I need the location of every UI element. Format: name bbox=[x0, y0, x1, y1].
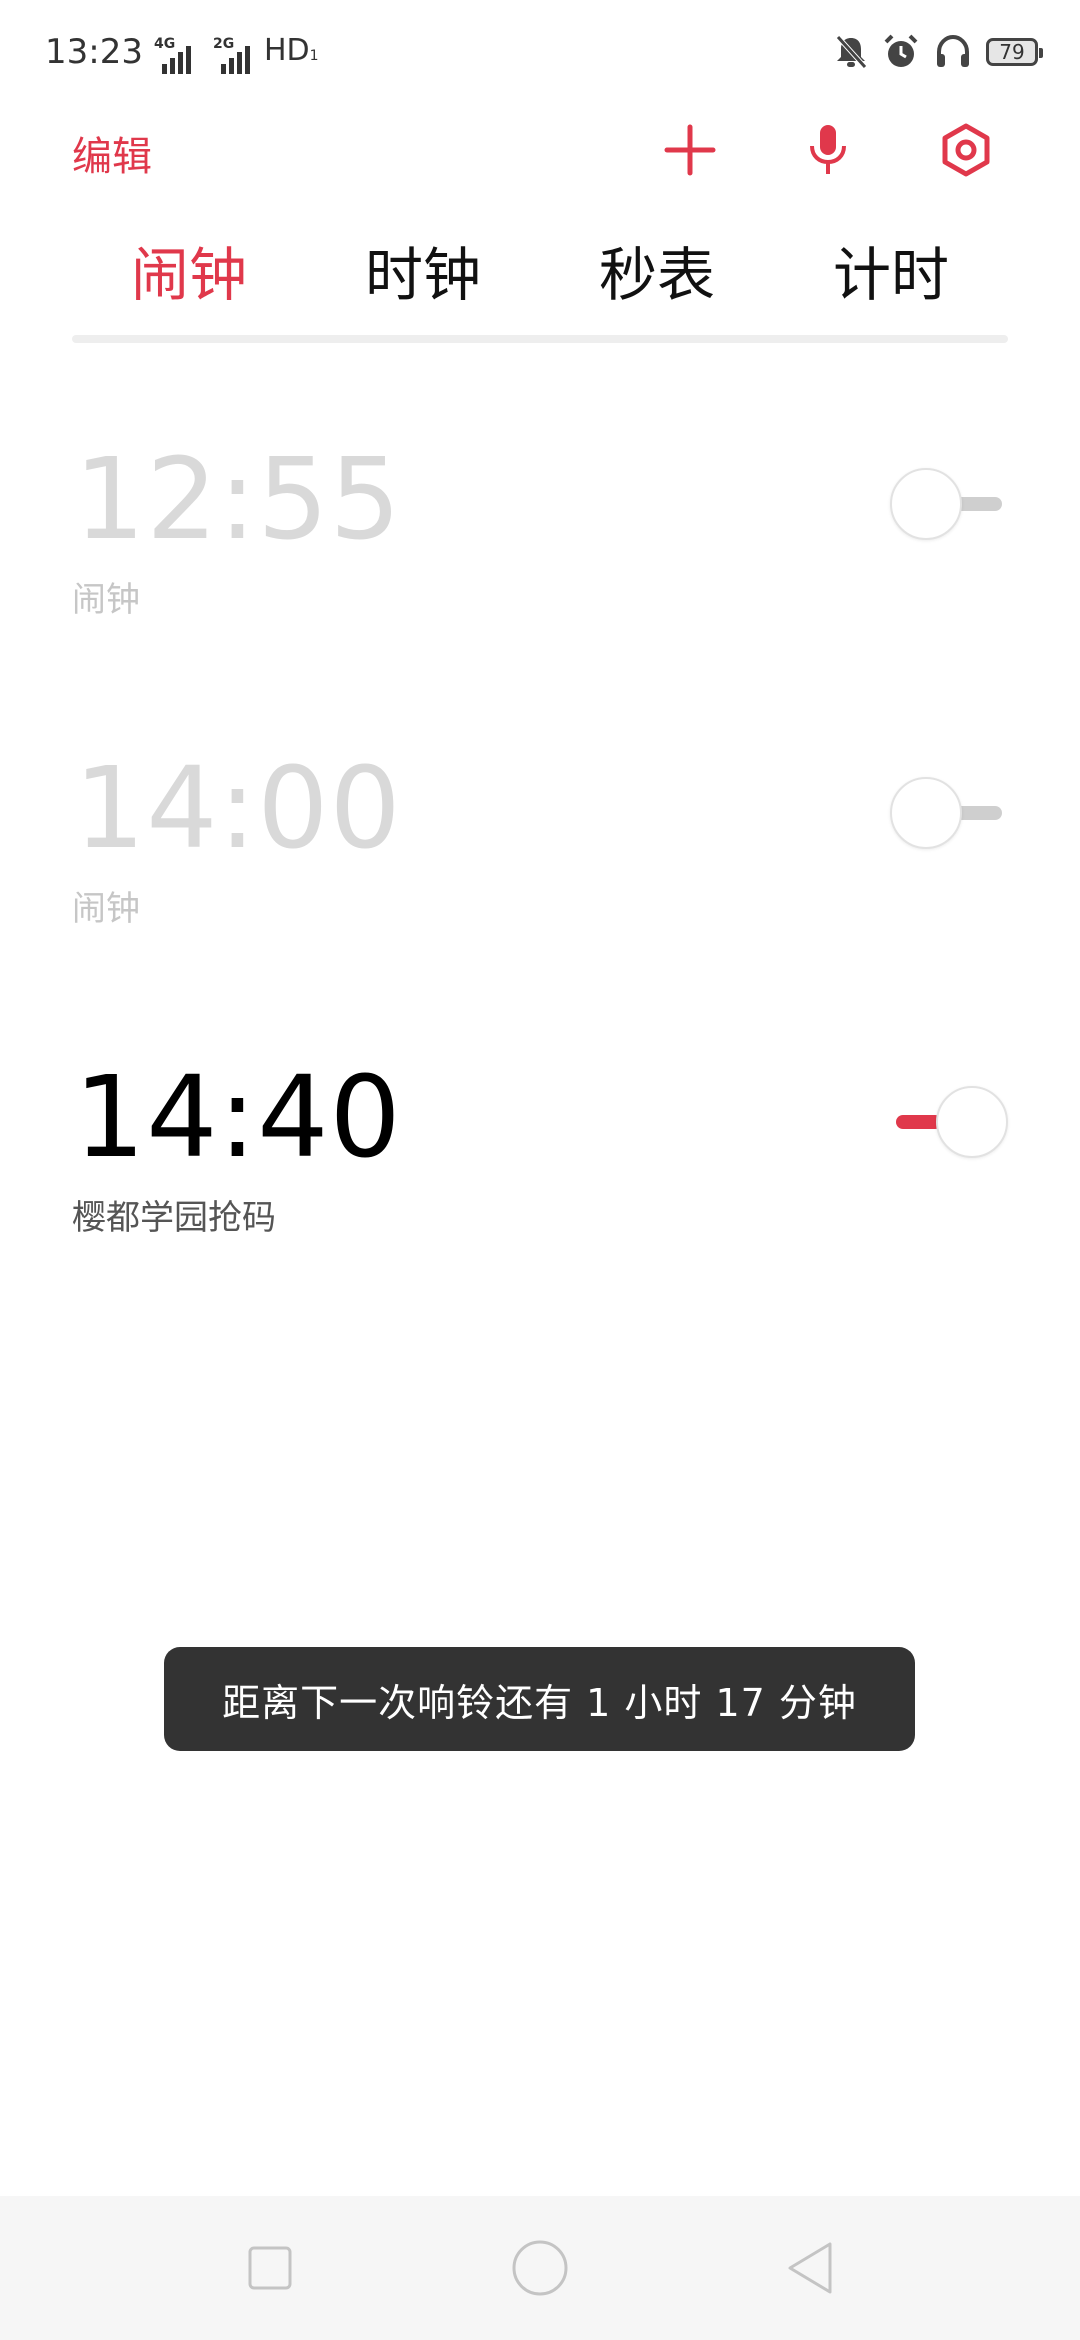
tab-stopwatch[interactable]: 秒表 bbox=[540, 225, 774, 325]
toggle-knob bbox=[890, 777, 962, 849]
back-icon bbox=[788, 2242, 832, 2294]
tab-world-clock[interactable]: 时钟 bbox=[306, 225, 540, 325]
status-bar: 13:23 4G 2G HD1 79 bbox=[0, 0, 1080, 100]
alarm-time: 14:40 bbox=[74, 1053, 402, 1183]
alarm-item[interactable]: 14:40 樱都学园抢码 bbox=[0, 1048, 1080, 1308]
status-time: 13:23 bbox=[45, 32, 143, 72]
alarm-clock-icon bbox=[882, 33, 920, 71]
tab-divider bbox=[72, 335, 1008, 343]
network-type-2: 2G bbox=[213, 36, 235, 52]
network-indicators: 4G 2G HD1 bbox=[146, 33, 319, 74]
voice-button[interactable] bbox=[798, 120, 858, 180]
microphone-icon bbox=[810, 125, 846, 174]
alarm-time: 14:00 bbox=[74, 744, 402, 874]
toggle-knob bbox=[890, 468, 962, 540]
alarm-toggle[interactable] bbox=[890, 1086, 1008, 1158]
network-type-1: 4G bbox=[154, 36, 176, 52]
muted-bell-icon bbox=[834, 34, 868, 70]
hd-sub-label: 1 bbox=[309, 48, 319, 64]
cellular-signal-2: 2G bbox=[205, 36, 250, 74]
alarm-time: 12:55 bbox=[74, 435, 402, 565]
hd-label: HD bbox=[264, 33, 310, 68]
status-icons: 79 bbox=[834, 30, 1043, 74]
cellular-signal-1: 4G bbox=[146, 36, 191, 74]
add-alarm-button[interactable] bbox=[660, 120, 720, 180]
headphones-icon bbox=[934, 33, 972, 71]
alarm-item[interactable]: 12:55 闹钟 bbox=[0, 430, 1080, 690]
recent-apps-icon bbox=[248, 2246, 292, 2290]
alarm-label: 闹钟 bbox=[72, 889, 140, 929]
navigation-bar bbox=[0, 2196, 1080, 2340]
recent-apps-button[interactable] bbox=[234, 2232, 306, 2304]
alarm-toggle[interactable] bbox=[890, 777, 1008, 849]
edit-button[interactable]: 编辑 bbox=[72, 124, 152, 182]
hd-voice-indicator: HD1 bbox=[264, 33, 319, 74]
alarm-toggle[interactable] bbox=[890, 468, 1008, 540]
back-button[interactable] bbox=[774, 2232, 846, 2304]
home-icon bbox=[512, 2240, 568, 2296]
alarm-item[interactable]: 14:00 闹钟 bbox=[0, 739, 1080, 999]
toggle-knob bbox=[936, 1086, 1008, 1158]
add-icon bbox=[664, 124, 716, 176]
tab-alarm[interactable]: 闹钟 bbox=[72, 225, 306, 325]
settings-button[interactable] bbox=[936, 120, 996, 180]
tab-timer[interactable]: 计时 bbox=[774, 225, 1008, 325]
battery-indicator: 79 bbox=[986, 38, 1043, 66]
alarm-label: 闹钟 bbox=[72, 580, 140, 620]
settings-icon bbox=[942, 123, 990, 177]
alarm-screen: 13:23 4G 2G HD1 79 编辑 闹钟 时钟 秒表 计时 12:55 … bbox=[0, 0, 1080, 2340]
next-alarm-toast: 距离下一次响铃还有 1 小时 17 分钟 bbox=[164, 1647, 915, 1751]
home-button[interactable] bbox=[504, 2232, 576, 2304]
tab-bar: 闹钟 时钟 秒表 计时 bbox=[72, 225, 1008, 325]
alarm-label: 樱都学园抢码 bbox=[72, 1198, 276, 1238]
toolbar: 编辑 bbox=[0, 110, 1080, 190]
